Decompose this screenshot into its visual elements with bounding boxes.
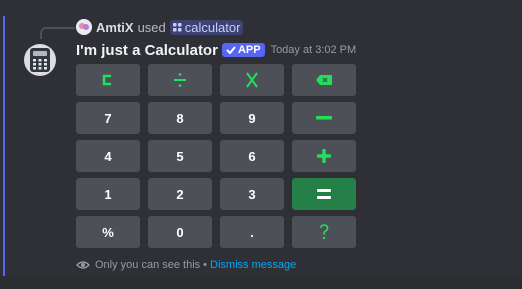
calc-button[interactable] [292, 64, 356, 96]
reply-connector-line [40, 27, 75, 39]
calc-button-label: 9 [248, 110, 256, 126]
slash-command-icon [172, 22, 182, 31]
calc-button[interactable]: 2 [148, 178, 212, 210]
calc-button[interactable] [292, 140, 356, 172]
calc-button[interactable] [76, 64, 140, 96]
calc-button[interactable]: . [220, 216, 284, 248]
ephemeral-notice: Only you can see this • Dismiss message [76, 258, 296, 272]
calc-button[interactable] [292, 216, 356, 248]
message-timestamp[interactable]: Today at 3:02 PM [271, 44, 357, 56]
calc-button-label: 1 [104, 186, 112, 202]
calc-button[interactable] [148, 64, 212, 96]
calc-button[interactable]: 1 [76, 178, 140, 210]
calc-button[interactable]: 3 [220, 178, 284, 210]
divide-icon [173, 72, 187, 88]
calc-button[interactable]: 0 [148, 216, 212, 248]
calc-button-label: % [102, 224, 114, 240]
multiply-icon [245, 72, 259, 88]
calc-button[interactable]: 4 [76, 140, 140, 172]
calc-button-label: . [250, 224, 254, 240]
bot-avatar[interactable] [24, 44, 56, 76]
calc-button-label: 0 [176, 224, 184, 240]
calc-button[interactable]: 9 [220, 102, 284, 134]
calc-button[interactable]: 7 [76, 102, 140, 134]
user-avatar-icon[interactable] [76, 19, 92, 35]
message-header: I'm just a Calculator APP Today at 3:02 … [76, 40, 356, 60]
calc-button-label: 5 [176, 148, 184, 164]
minus-icon [316, 116, 332, 120]
calc-button[interactable]: 5 [148, 140, 212, 172]
calc-button[interactable]: 8 [148, 102, 212, 134]
slash-command-mention[interactable]: calculator [169, 19, 244, 35]
calc-button-label: 6 [248, 148, 256, 164]
ephemeral-text: Only you can see this [95, 259, 201, 271]
calc-button[interactable] [220, 64, 284, 96]
verified-check-icon [226, 46, 236, 54]
calculator-icon [30, 48, 50, 72]
question-icon [319, 224, 329, 240]
calc-button[interactable] [292, 178, 356, 210]
app-badge: APP [221, 43, 265, 57]
interaction-reply: AmtiX used calculator [76, 18, 244, 36]
message-highlight-bar [3, 16, 5, 276]
clear-icon [101, 74, 115, 86]
equals-icon [317, 189, 331, 199]
dismiss-message-link[interactable]: Dismiss message [210, 259, 296, 271]
calc-button-label: 3 [248, 186, 256, 202]
bot-username[interactable]: I'm just a Calculator [76, 42, 218, 59]
calc-button-label: 7 [104, 110, 112, 126]
reply-username[interactable]: AmtiX [96, 20, 134, 35]
calc-button[interactable] [292, 102, 356, 134]
backspace-icon [315, 74, 333, 86]
calc-button-label: 4 [104, 148, 112, 164]
plus-icon [317, 149, 331, 163]
calc-button-label: 2 [176, 186, 184, 202]
footer-separator: • [203, 259, 208, 271]
calc-button[interactable]: % [76, 216, 140, 248]
calc-button-label: 8 [176, 110, 184, 126]
reply-used-text: used [137, 19, 166, 35]
message: AmtiX used calculator I'm just a Calcula… [0, 0, 522, 276]
eye-icon [76, 260, 90, 270]
calc-button[interactable]: 6 [220, 140, 284, 172]
slash-command-name: calculator [184, 19, 241, 35]
